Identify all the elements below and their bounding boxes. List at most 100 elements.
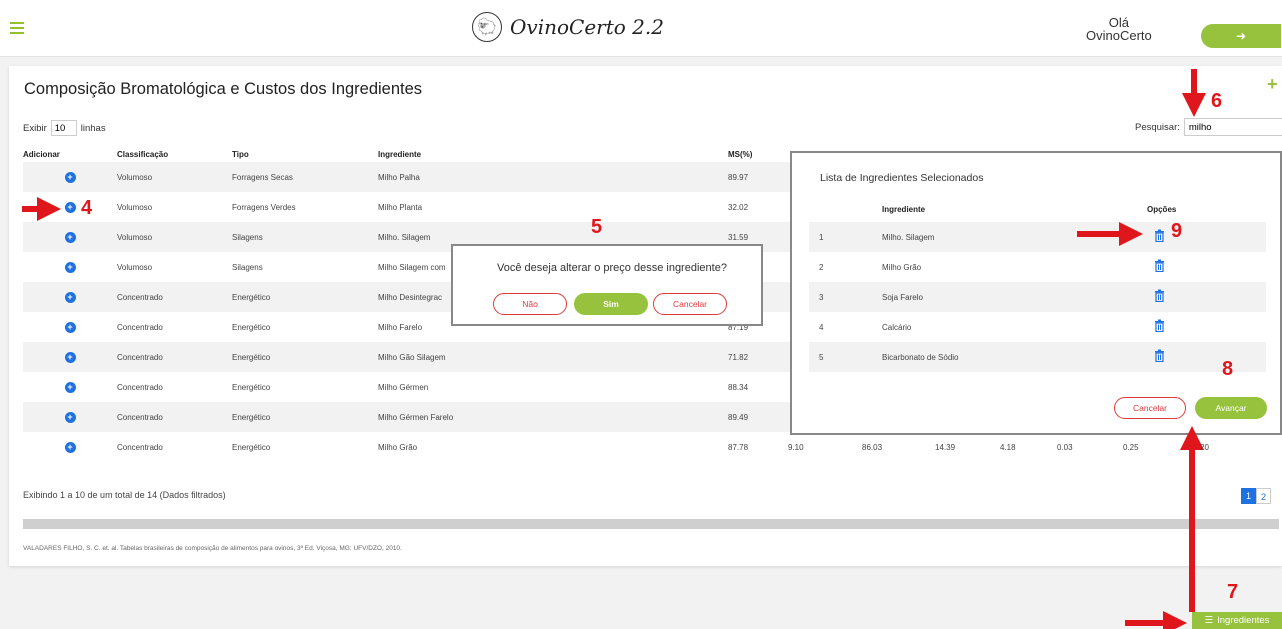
col-tipo[interactable]: Tipo — [232, 147, 378, 162]
page-length-input[interactable] — [50, 120, 77, 136]
selected-item-number: 2 — [819, 263, 824, 272]
cell-cls: Volumoso — [117, 222, 232, 252]
no-button[interactable]: Não — [493, 293, 567, 315]
panel-title: Lista de Ingredientes Selecionados — [820, 172, 984, 184]
cell-cls: Volumoso — [117, 202, 153, 212]
col-classificacao[interactable]: Classificação — [117, 147, 232, 162]
selected-item-number: 4 — [819, 323, 824, 332]
page-length-control: Exibir linhas — [23, 120, 106, 136]
yes-button[interactable]: Sim — [574, 293, 648, 315]
trash-icon[interactable] — [1154, 349, 1165, 362]
annotation-6: 6 — [1211, 90, 1223, 112]
cell-cls: Concentrado — [117, 442, 163, 452]
cell-tipo: Energético — [232, 342, 378, 372]
add-circle-icon[interactable]: + — [64, 171, 76, 183]
add-circle-icon[interactable]: + — [64, 231, 76, 243]
cell-cls: Concentrado — [117, 322, 163, 332]
horizontal-scrollbar[interactable] — [23, 519, 1279, 529]
add-circle-icon[interactable]: + — [64, 321, 76, 333]
cell-ing: Milho Gão Silagem — [378, 342, 728, 372]
annotation-4: 4 — [81, 197, 93, 219]
selected-item-row: 5 Bicarbonato de Sódio — [809, 342, 1266, 372]
selected-ingredients-panel: Lista de Ingredientes Selecionados Ingre… — [790, 151, 1282, 435]
cell-tipo: Energético — [232, 322, 271, 332]
add-cell: + — [23, 372, 117, 402]
selected-item-name: Milho Grão — [882, 263, 922, 272]
cell-extra: 86.03 — [862, 443, 883, 452]
page-2-button[interactable]: 2 — [1256, 488, 1271, 504]
add-circle-icon[interactable]: + — [64, 201, 76, 213]
ingredients-button[interactable]: ☰ Ingredientes — [1192, 612, 1282, 629]
add-circle-icon[interactable]: + — [64, 441, 76, 453]
add-circle-icon[interactable]: + — [64, 261, 76, 273]
add-circle-icon[interactable]: + — [64, 411, 76, 423]
add-cell: + — [23, 192, 117, 222]
add-cell: + — [23, 252, 117, 282]
cell-ing: Milho Grão — [378, 442, 418, 452]
price-confirm-dialog: Você deseja alterar o preço desse ingred… — [451, 244, 763, 326]
trash-icon[interactable] — [1154, 229, 1165, 242]
selected-item-number: 1 — [819, 233, 824, 242]
selected-item-row: 2 Milho Grão — [809, 252, 1266, 282]
selected-item-name: Soja Farelo — [882, 293, 923, 302]
add-cell: + — [23, 162, 117, 192]
cell-cls: Concentrado — [117, 382, 163, 392]
cell-tipo: Energético — [232, 402, 378, 432]
cell-cls: Volumoso — [117, 162, 232, 192]
selected-item-number: 5 — [819, 353, 824, 362]
add-circle-icon[interactable]: + — [64, 381, 76, 393]
page-title: Composição Bromatológica e Custos dos In… — [24, 80, 423, 98]
add-circle-icon[interactable]: + — [64, 291, 76, 303]
cell-tipo: Silagens — [232, 262, 263, 272]
cell-extra: 4.18 — [1000, 443, 1016, 452]
selected-item-row: 3 Soja Farelo — [809, 282, 1266, 312]
selected-item-name: Milho. Silagem — [882, 233, 935, 242]
col-ingrediente[interactable]: Ingrediente — [378, 147, 728, 162]
annotation-8: 8 — [1222, 358, 1234, 380]
col-adicionar[interactable]: Adicionar — [23, 147, 117, 162]
logout-button[interactable]: ➜ — [1201, 24, 1281, 48]
panel-cancel-button[interactable]: Cancelar — [1114, 397, 1186, 419]
dialog-question: Você deseja alterar o preço desse ingred… — [497, 262, 727, 274]
page-1-button[interactable]: 1 — [1241, 488, 1256, 504]
trash-icon[interactable] — [1154, 289, 1165, 302]
annotation-9: 9 — [1171, 220, 1183, 242]
logout-icon: ➜ — [1235, 29, 1247, 43]
show-label: Exibir — [23, 122, 47, 134]
trash-icon[interactable] — [1154, 319, 1165, 332]
selected-item-number: 3 — [819, 293, 824, 302]
menu-icon[interactable] — [10, 22, 24, 34]
list-icon: ☰ — [1204, 615, 1214, 626]
selected-item-row: 1 Milho. Silagem — [809, 222, 1266, 252]
panel-col-opcoes: Opções — [1147, 205, 1177, 214]
app-logo: 🐑 OvinoCerto 2.2 — [472, 12, 664, 42]
cell-tipo: Energético — [232, 382, 271, 392]
cell-extra: 9.10 — [788, 443, 804, 452]
lines-label: linhas — [80, 122, 106, 134]
search-label: Pesquisar: — [1135, 121, 1180, 133]
search-control: Pesquisar: — [1135, 118, 1282, 136]
selected-item-name: Calcário — [882, 323, 912, 332]
cell-cls: Volumoso — [117, 262, 153, 272]
cancel-button[interactable]: Cancelar — [653, 293, 727, 315]
advance-button[interactable]: Avançar — [1195, 397, 1267, 419]
cell-ing: Milho Gérmen Farelo — [378, 402, 728, 432]
trash-icon[interactable] — [1154, 259, 1165, 272]
cell-extra: 0.03 — [1057, 443, 1073, 452]
search-input[interactable] — [1183, 118, 1282, 136]
app-title: OvinoCerto 2.2 — [510, 15, 664, 39]
add-cell: + — [23, 342, 117, 372]
add-ingredient-icon[interactable]: + — [1267, 74, 1278, 95]
selected-item-row: 4 Calcário — [809, 312, 1266, 342]
add-cell: + — [23, 222, 117, 252]
add-cell: + — [23, 312, 117, 342]
annotation-7: 7 — [1227, 581, 1239, 603]
add-cell: + — [23, 402, 117, 432]
panel-col-ingrediente: Ingrediente — [882, 205, 926, 214]
ingredients-button-label: Ingredientes — [1217, 615, 1270, 626]
cell-ing: Milho Gérmen — [378, 382, 429, 392]
table-info: Exibindo 1 a 10 de um total de 14 (Dados… — [23, 490, 226, 500]
add-circle-icon[interactable]: + — [64, 351, 76, 363]
table-row: + Concentrado Energético Milho Grão 87.78 — [23, 432, 1282, 462]
annotation-5: 5 — [591, 216, 603, 238]
